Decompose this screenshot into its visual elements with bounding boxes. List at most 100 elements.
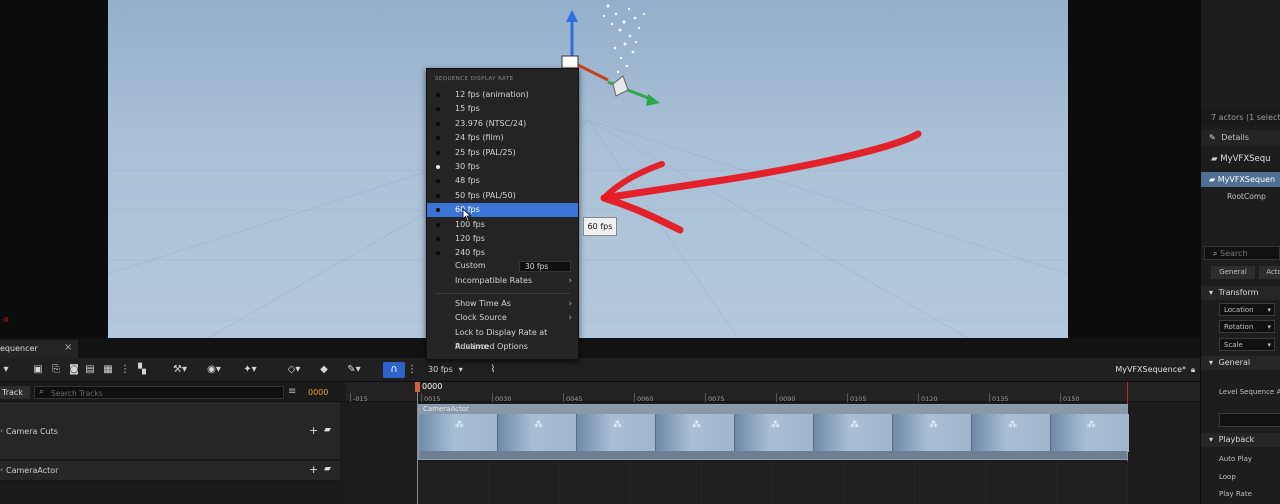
clapper-icon[interactable]: ▦: [102, 363, 114, 377]
sequence-name[interactable]: MyVFXSequence*: [1110, 363, 1186, 377]
rate-label: 240 fps: [455, 248, 485, 258]
timeline-area[interactable]: -015 0015 0030 0045 0060 0075 0090 0105 0120 0135…: [346, 382, 1200, 504]
particle-icon: ⁂: [692, 420, 701, 430]
scale-dropdown[interactable]: Scale ▾: [1219, 338, 1275, 351]
track-camera-actor[interactable]: ‹ CameraActor + ▰: [0, 461, 340, 481]
menu-item-incompatible-rates[interactable]: Incompatible Rates ›: [427, 274, 578, 288]
save-icon[interactable]: ▣: [32, 363, 44, 377]
time-ruler[interactable]: -015 0015 0030 0045 0060 0075 0090 0105 0120 0135…: [346, 382, 1200, 403]
menu-item-rate[interactable]: 30 fps: [427, 160, 578, 174]
menu-item-rate[interactable]: 48 fps: [427, 174, 578, 188]
find-in-browser-icon[interactable]: ⎘: [50, 363, 62, 377]
chevron-down-icon: ▾: [1209, 435, 1214, 444]
add-icon[interactable]: +: [309, 463, 318, 476]
add-track-button[interactable]: Track: [0, 386, 30, 399]
tab-details[interactable]: ✎ Details: [1201, 130, 1280, 146]
camera-icon[interactable]: ▰: [324, 464, 331, 474]
rotation-dropdown[interactable]: Rotation ▾: [1219, 320, 1275, 333]
location-label: Location: [1224, 306, 1254, 314]
rate-label: 30 fps: [455, 162, 480, 171]
camera-clip[interactable]: CameraActor ⁂ ⁂ ⁂ ⁂ ⁂ ⁂ ⁂ ⁂ ⁂: [418, 404, 1129, 460]
track-lane[interactable]: [418, 462, 1128, 504]
search-tracks-placeholder: Search Tracks: [51, 389, 103, 398]
create-camera-icon[interactable]: ◙: [68, 363, 80, 377]
radio-unchecked-icon: [436, 150, 440, 155]
keyframe-icon[interactable]: ◇▾: [282, 363, 306, 377]
playback-options-icon[interactable]: ▚: [136, 363, 148, 377]
rate-label: 23.976 (NTSC/24): [455, 118, 527, 128]
render-movie-icon[interactable]: ▤: [84, 363, 96, 377]
chevron-icon: ‹: [0, 465, 4, 474]
section-playback[interactable]: ▾ Playback: [1201, 433, 1280, 447]
radio-unchecked-icon: [436, 136, 440, 141]
clip-thumbnail: ⁂: [972, 414, 1050, 452]
level-sequence-field[interactable]: [1219, 413, 1280, 427]
ruler-tick-mark: [847, 393, 848, 402]
menu-item-rate[interactable]: 50 fps (PAL/50): [427, 189, 578, 203]
chevron-down-icon: ▾: [1209, 288, 1214, 297]
display-rate-dropdown[interactable]: 30 fps ▾: [428, 363, 468, 377]
menu-item-rate[interactable]: 24 fps (film): [427, 131, 578, 145]
track-list-header: Track ⌕ Search Tracks ≡ 0000: [0, 382, 344, 402]
rate-label: 15 fps: [455, 104, 480, 114]
tab-sequencer[interactable]: equencer ×: [0, 340, 78, 358]
track-camera-cuts[interactable]: ‹ Camera Cuts + ▰: [0, 402, 340, 460]
camera-icon[interactable]: ▰: [324, 425, 331, 435]
chevron-down-icon: ▾: [1209, 358, 1214, 367]
pencil-icon[interactable]: ✎▾: [342, 363, 366, 377]
menu-item-rate[interactable]: 23.976 (NTSC/24): [427, 117, 578, 131]
menu-item-advanced-options[interactable]: Advanced Options: [427, 340, 578, 354]
curve-editor-icon[interactable]: ⌇: [486, 363, 500, 377]
menu-item-rate[interactable]: 60 fps: [427, 203, 578, 218]
ruler-tick-mark: [918, 393, 919, 402]
filter-general-button[interactable]: General: [1211, 266, 1255, 279]
close-icon[interactable]: ×: [64, 342, 72, 353]
clip-footer: [419, 451, 1127, 459]
clip-thumbnail: ⁂: [893, 414, 971, 452]
menu-item-rate[interactable]: 25 fps (PAL/25): [427, 146, 578, 160]
menu-item-show-time-as[interactable]: Show Time As ›: [427, 297, 578, 311]
key-options-icon[interactable]: ✦▾: [238, 363, 262, 377]
custom-rate-input[interactable]: 30 fps: [519, 261, 571, 272]
playhead-handle[interactable]: [415, 382, 420, 392]
current-frame[interactable]: 0000: [308, 388, 328, 397]
menu-item-lock-display-rate[interactable]: Lock to Display Rate at Runtime: [427, 326, 578, 351]
rate-label: 48 fps: [455, 176, 480, 186]
menu-item-clock-source[interactable]: Clock Source ›: [427, 311, 578, 325]
filter-actor-button[interactable]: Acto: [1259, 266, 1280, 279]
eye-icon[interactable]: ◉▾: [202, 363, 226, 377]
auto-key-icon[interactable]: ◆: [318, 363, 330, 377]
filter-icon[interactable]: ≡: [288, 386, 296, 397]
add-icon[interactable]: +: [309, 424, 318, 437]
location-dropdown[interactable]: Location ▾: [1219, 303, 1275, 316]
search-tracks-input[interactable]: ⌕ Search Tracks: [34, 386, 284, 399]
tree-child-label: RootComp: [1227, 192, 1266, 201]
menu-item-rate[interactable]: 15 fps: [427, 102, 578, 116]
lock-icon[interactable]: 🔒︎: [1188, 363, 1198, 377]
menu-item-rate[interactable]: 120 fps: [427, 232, 578, 246]
menu-item-rate[interactable]: 100 fps: [427, 218, 578, 232]
menu-item-rate[interactable]: 12 fps (animation): [427, 88, 578, 102]
section-general[interactable]: ▾ General: [1201, 356, 1280, 370]
snap-options-icon[interactable]: ⋮: [407, 363, 417, 377]
component-tree-child[interactable]: RootComp: [1201, 190, 1280, 204]
snap-magnet-icon[interactable]: ∩: [383, 362, 405, 378]
wrench-icon[interactable]: ⚒▾: [168, 363, 192, 377]
track-name: CameraActor: [6, 466, 59, 475]
particle-icon: ⁂: [771, 420, 780, 430]
radio-unchecked-icon: [436, 251, 440, 256]
section-transform-label: Transform: [1218, 288, 1259, 297]
chevron-down-icon: ▾: [1267, 306, 1271, 314]
section-playback-label: Playback: [1218, 435, 1255, 444]
sequence-actor-icon: ▰: [1211, 154, 1218, 164]
chevron-down-icon[interactable]: ▾: [2, 363, 10, 377]
ruler-tick-label: 0090: [779, 395, 796, 403]
component-tree-root[interactable]: ▰ MyVFXSequen: [1201, 172, 1280, 187]
menu-item-custom[interactable]: Custom 30 fps: [427, 259, 578, 273]
details-search-input[interactable]: ⌕ Search: [1204, 246, 1280, 260]
section-transform[interactable]: ▾ Transform: [1201, 286, 1280, 300]
radio-unchecked-icon: [436, 179, 440, 184]
details-tab-label: Details: [1221, 133, 1249, 142]
more-options-icon[interactable]: ⋮: [120, 363, 130, 377]
incompatible-label: Incompatible Rates: [455, 276, 533, 285]
